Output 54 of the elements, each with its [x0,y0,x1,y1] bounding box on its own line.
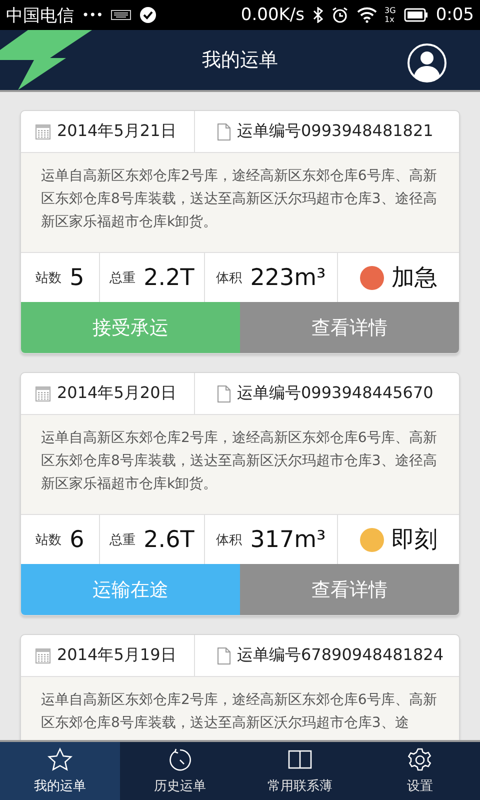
nav-label: 常用联系薄 [268,778,332,795]
network-type: 1x [384,15,396,24]
order-date: 2014年5月19日 [57,645,176,666]
bluetooth-icon [312,7,323,23]
priority-label: 加急 [392,264,438,293]
order-number: 运单编号67890948481824 [237,645,444,666]
stat-value: 223m³ [250,264,326,290]
stat-label: 站数 [36,270,62,286]
stat-label: 体积 [216,532,242,548]
network-type: 3G [384,6,396,15]
document-icon [217,384,231,402]
order-number: 运单编号0993948481821 [237,121,434,142]
alarm-icon [330,6,349,24]
route-description: 运单自高新区东郊仓库2号库，途经高新区东郊仓库6号库、高新区东郊仓库8号库装载，送达至高新区沃尔玛超市仓库3、途 [21,677,459,740]
stat-label: 体积 [216,270,242,286]
nav-tab[interactable]: 常用联系薄 [240,742,360,800]
stat-value: 2.2T [144,264,194,290]
wifi-icon [356,7,377,23]
calendar-icon [35,385,51,402]
keyboard-icon [111,10,132,20]
stat-value: 2.6T [144,526,194,552]
carrier-name: 中国电信 [6,4,74,26]
settings-icon [407,747,433,773]
history-icon [167,747,193,773]
nav-tab[interactable]: 我的运单 [0,742,120,800]
profile-icon[interactable] [407,43,447,83]
document-icon [217,646,231,664]
nav-tab[interactable]: 历史运单 [120,742,240,800]
stat-label: 站数 [36,532,62,548]
calendar-icon [35,647,51,664]
page-title: 我的运单 [202,48,278,73]
nav-tab[interactable]: 设置 [360,742,480,800]
nav-label: 我的运单 [34,778,86,795]
order-number: 运单编号0993948445670 [237,383,434,404]
check-icon [139,6,158,24]
battery-icon [404,8,428,22]
route-description: 运单自高新区东郊仓库2号库，途经高新区东郊仓库6号库、高新区东郊仓库8号库装载，送达至高新区沃尔玛超市仓库3、途径高新区家乐福超市仓库k卸货。 [21,415,459,514]
clock-time: 0:05 [436,5,474,25]
calendar-icon [35,123,51,140]
notification-dots: ••• [82,8,104,22]
route-description: 运单自高新区东郊仓库2号库，途经高新区东郊仓库6号库、高新区东郊仓库8号库装载，送达至高新区沃尔玛超市仓库3、途径高新区家乐福超市仓库k卸货。 [21,153,459,252]
stat-label: 总重 [110,270,136,286]
nav-label: 设置 [407,778,433,795]
nav-label: 历史运单 [154,778,206,795]
stat-value: 317m³ [250,526,326,552]
stat-label: 总重 [110,532,136,548]
stat-value: 5 [70,264,84,290]
order-date: 2014年5月20日 [57,383,176,404]
stat-value: 6 [70,526,84,552]
priority-label: 即刻 [392,526,438,555]
star-icon [47,747,73,773]
order-date: 2014年5月21日 [57,121,176,142]
document-icon [217,122,231,140]
network-speed: 0.00K/s [240,5,305,25]
